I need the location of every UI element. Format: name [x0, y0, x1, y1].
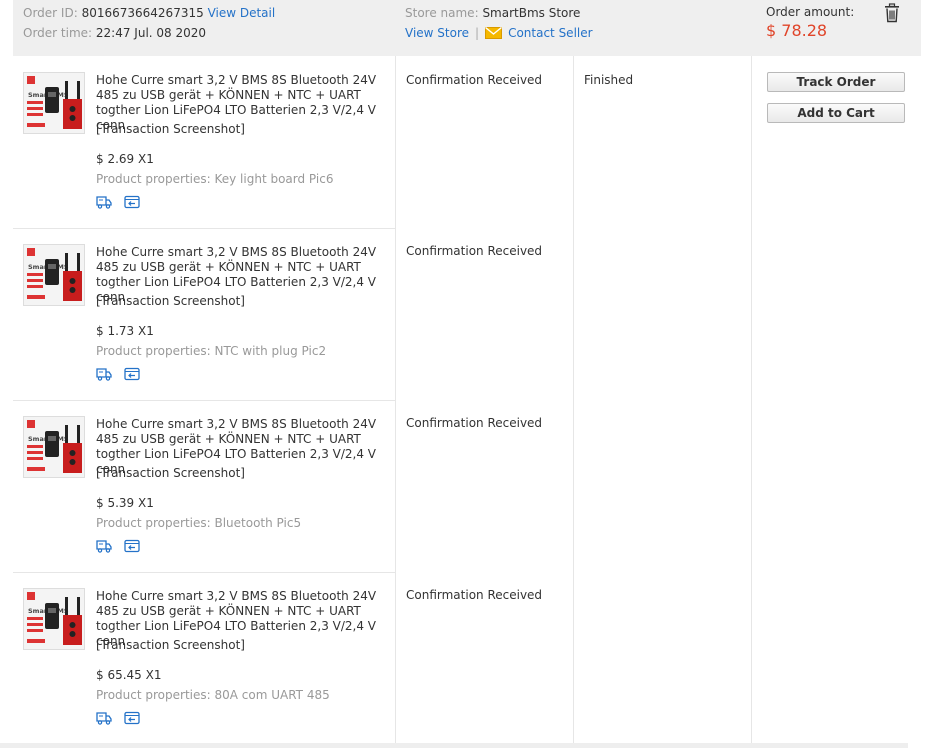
- transaction-screenshot-link[interactable]: [Transaction Screenshot]: [96, 122, 245, 137]
- refund-icon[interactable]: [124, 367, 140, 381]
- order-time-row: Order time: 22:47 Jul. 08 2020: [23, 24, 206, 42]
- props-value: Key light board Pic6: [214, 172, 334, 186]
- order-time-value: 22:47 Jul. 08 2020: [95, 26, 207, 40]
- transaction-screenshot-link[interactable]: [Transaction Screenshot]: [96, 294, 245, 309]
- order-item: Smart BMS Hohe Curre smart 3,2 V BMS 8S …: [13, 228, 395, 400]
- props-label: Product properties:: [96, 688, 211, 702]
- contact-seller-link[interactable]: Contact Seller: [485, 26, 593, 40]
- product-properties: Product properties: Key light board Pic6: [96, 172, 333, 187]
- props-label: Product properties:: [96, 172, 211, 186]
- bms-product-image: Smart BMS: [24, 589, 84, 649]
- product-properties: Product properties: 80A com UART 485: [96, 688, 330, 703]
- item-status: Confirmation Received: [406, 588, 543, 602]
- product-properties: Product properties: Bluetooth Pic5: [96, 516, 301, 531]
- refund-icon[interactable]: [124, 711, 140, 725]
- item-status: Confirmation Received: [406, 416, 543, 430]
- item-price: $ 65.45 X1: [96, 668, 162, 682]
- props-label: Product properties:: [96, 516, 211, 530]
- truck-icon[interactable]: [96, 539, 112, 553]
- product-thumbnail[interactable]: Smart BMS: [23, 416, 85, 478]
- trash-icon[interactable]: [883, 3, 901, 23]
- item-actions: [96, 195, 148, 211]
- column-divider: [395, 56, 396, 743]
- order-item: Smart BMS Hohe Curre smart 3,2 V BMS 8S …: [13, 572, 395, 744]
- bms-product-image: Smart BMS: [24, 245, 84, 305]
- store-name-label: Store name:: [405, 6, 479, 20]
- order-amount-label: Order amount:: [766, 5, 855, 19]
- refund-icon[interactable]: [124, 539, 140, 553]
- column-divider: [573, 56, 574, 743]
- truck-icon[interactable]: [96, 367, 112, 381]
- view-detail-link[interactable]: View Detail: [208, 6, 276, 20]
- order-card: Order ID: 8016673664267315 View Detail O…: [13, 0, 921, 748]
- props-label: Product properties:: [96, 344, 211, 358]
- view-store-link[interactable]: View Store: [405, 26, 469, 40]
- track-order-button[interactable]: Track Order: [767, 72, 905, 92]
- item-price: $ 2.69 X1: [96, 152, 154, 166]
- link-separator: |: [475, 26, 480, 40]
- order-id-row: Order ID: 8016673664267315 View Detail: [23, 4, 275, 22]
- item-status: Confirmation Received: [406, 244, 543, 258]
- props-value: Bluetooth Pic5: [214, 516, 302, 530]
- item-price: $ 1.73 X1: [96, 324, 154, 338]
- order-status: Finished: [584, 73, 634, 87]
- order-id-label: Order ID:: [23, 6, 78, 20]
- order-id-value: 8016673664267315: [81, 6, 204, 20]
- product-thumbnail[interactable]: Smart BMS: [23, 588, 85, 650]
- add-to-cart-button[interactable]: Add to Cart: [767, 103, 905, 123]
- store-links-row: View Store | Contact Seller: [405, 24, 593, 42]
- product-thumbnail[interactable]: Smart BMS: [23, 244, 85, 306]
- transaction-screenshot-link[interactable]: [Transaction Screenshot]: [96, 466, 245, 481]
- order-time-label: Order time:: [23, 26, 93, 40]
- truck-icon[interactable]: [96, 195, 112, 209]
- store-name-value: SmartBms Store: [482, 6, 581, 20]
- item-actions: [96, 711, 148, 727]
- refund-icon[interactable]: [124, 195, 140, 209]
- item-status: Confirmation Received: [406, 73, 543, 87]
- order-header: Order ID: 8016673664267315 View Detail O…: [13, 0, 921, 56]
- order-items-body: Smart BMS Hohe Curre smart 3,2 V BMS 8S …: [13, 56, 921, 743]
- item-actions: [96, 539, 148, 555]
- store-name-row: Store name: SmartBms Store: [405, 4, 580, 22]
- order-item: Smart BMS Hohe Curre smart 3,2 V BMS 8S …: [13, 56, 395, 228]
- column-divider: [751, 56, 752, 743]
- mail-icon: [485, 27, 503, 39]
- props-value: NTC with plug Pic2: [214, 344, 327, 358]
- contact-seller-label: Contact Seller: [508, 26, 593, 40]
- product-properties: Product properties: NTC with plug Pic2: [96, 344, 326, 359]
- bms-product-image: Smart BMS: [24, 417, 84, 477]
- bottom-divider-bar: [0, 743, 908, 748]
- product-thumbnail[interactable]: Smart BMS: [23, 72, 85, 134]
- item-price: $ 5.39 X1: [96, 496, 154, 510]
- props-value: 80A com UART 485: [214, 688, 330, 702]
- truck-icon[interactable]: [96, 711, 112, 725]
- transaction-screenshot-link[interactable]: [Transaction Screenshot]: [96, 638, 245, 653]
- item-actions: [96, 367, 148, 383]
- order-item: Smart BMS Hohe Curre smart 3,2 V BMS 8S …: [13, 400, 395, 572]
- bms-product-image: Smart BMS: [24, 73, 84, 133]
- order-amount-value: $ 78.28: [766, 21, 828, 40]
